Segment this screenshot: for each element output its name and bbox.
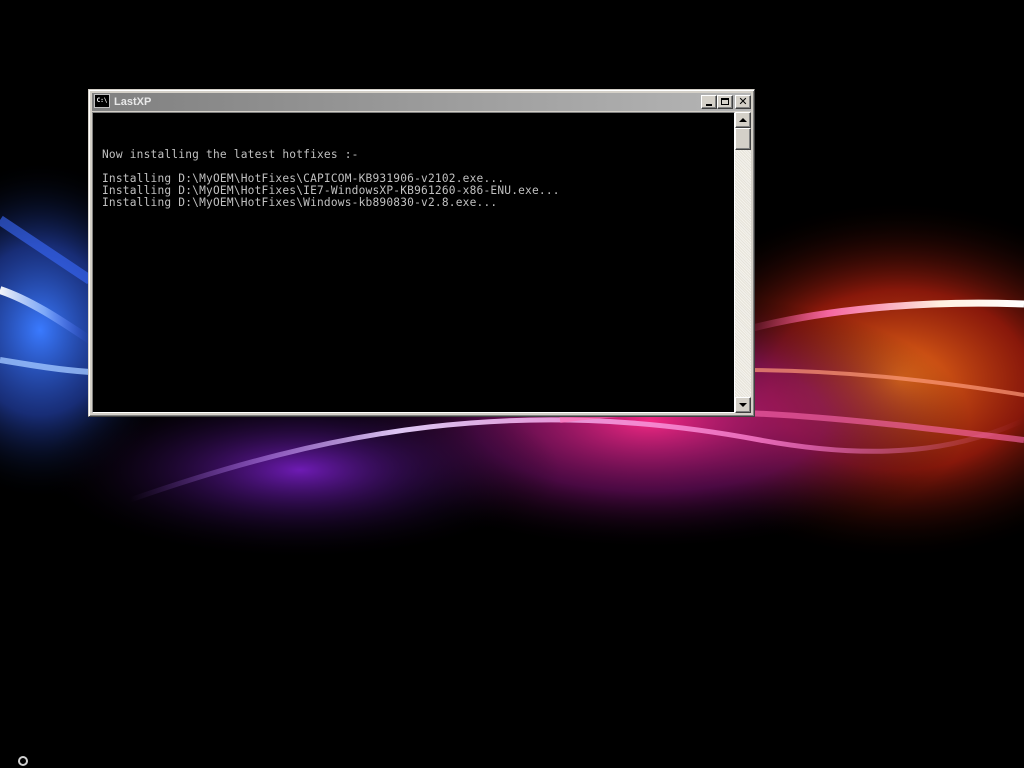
minimize-icon	[706, 104, 712, 106]
busy-cursor-icon	[18, 756, 28, 766]
scroll-thumb[interactable]	[735, 128, 751, 150]
console-window[interactable]: C:\ LastXP ✕ Now installing the latest h…	[88, 89, 755, 417]
desktop: C:\ LastXP ✕ Now installing the latest h…	[0, 0, 1024, 768]
minimize-button[interactable]	[701, 95, 717, 109]
window-title: LastXP	[114, 96, 152, 108]
arrow-down-icon	[739, 403, 747, 407]
scroll-down-button[interactable]	[735, 397, 751, 413]
console-text: Now installing the latest hotfixes :- Ins…	[102, 125, 560, 209]
close-button[interactable]: ✕	[735, 95, 751, 109]
vertical-scrollbar[interactable]	[735, 112, 751, 413]
title-bar[interactable]: C:\ LastXP ✕	[92, 93, 751, 111]
console-output[interactable]: Now installing the latest hotfixes :- Ins…	[92, 112, 735, 413]
console-line: Now installing the latest hotfixes :-	[102, 148, 359, 161]
maximize-button[interactable]	[717, 95, 733, 109]
console-icon: C:\	[94, 94, 110, 108]
close-icon: ✕	[738, 95, 748, 108]
console-line: Installing D:\MyOEM\HotFixes\Windows-kb8…	[102, 196, 498, 209]
arrow-up-icon	[739, 118, 747, 122]
scroll-up-button[interactable]	[735, 112, 751, 128]
maximize-icon	[721, 98, 729, 105]
